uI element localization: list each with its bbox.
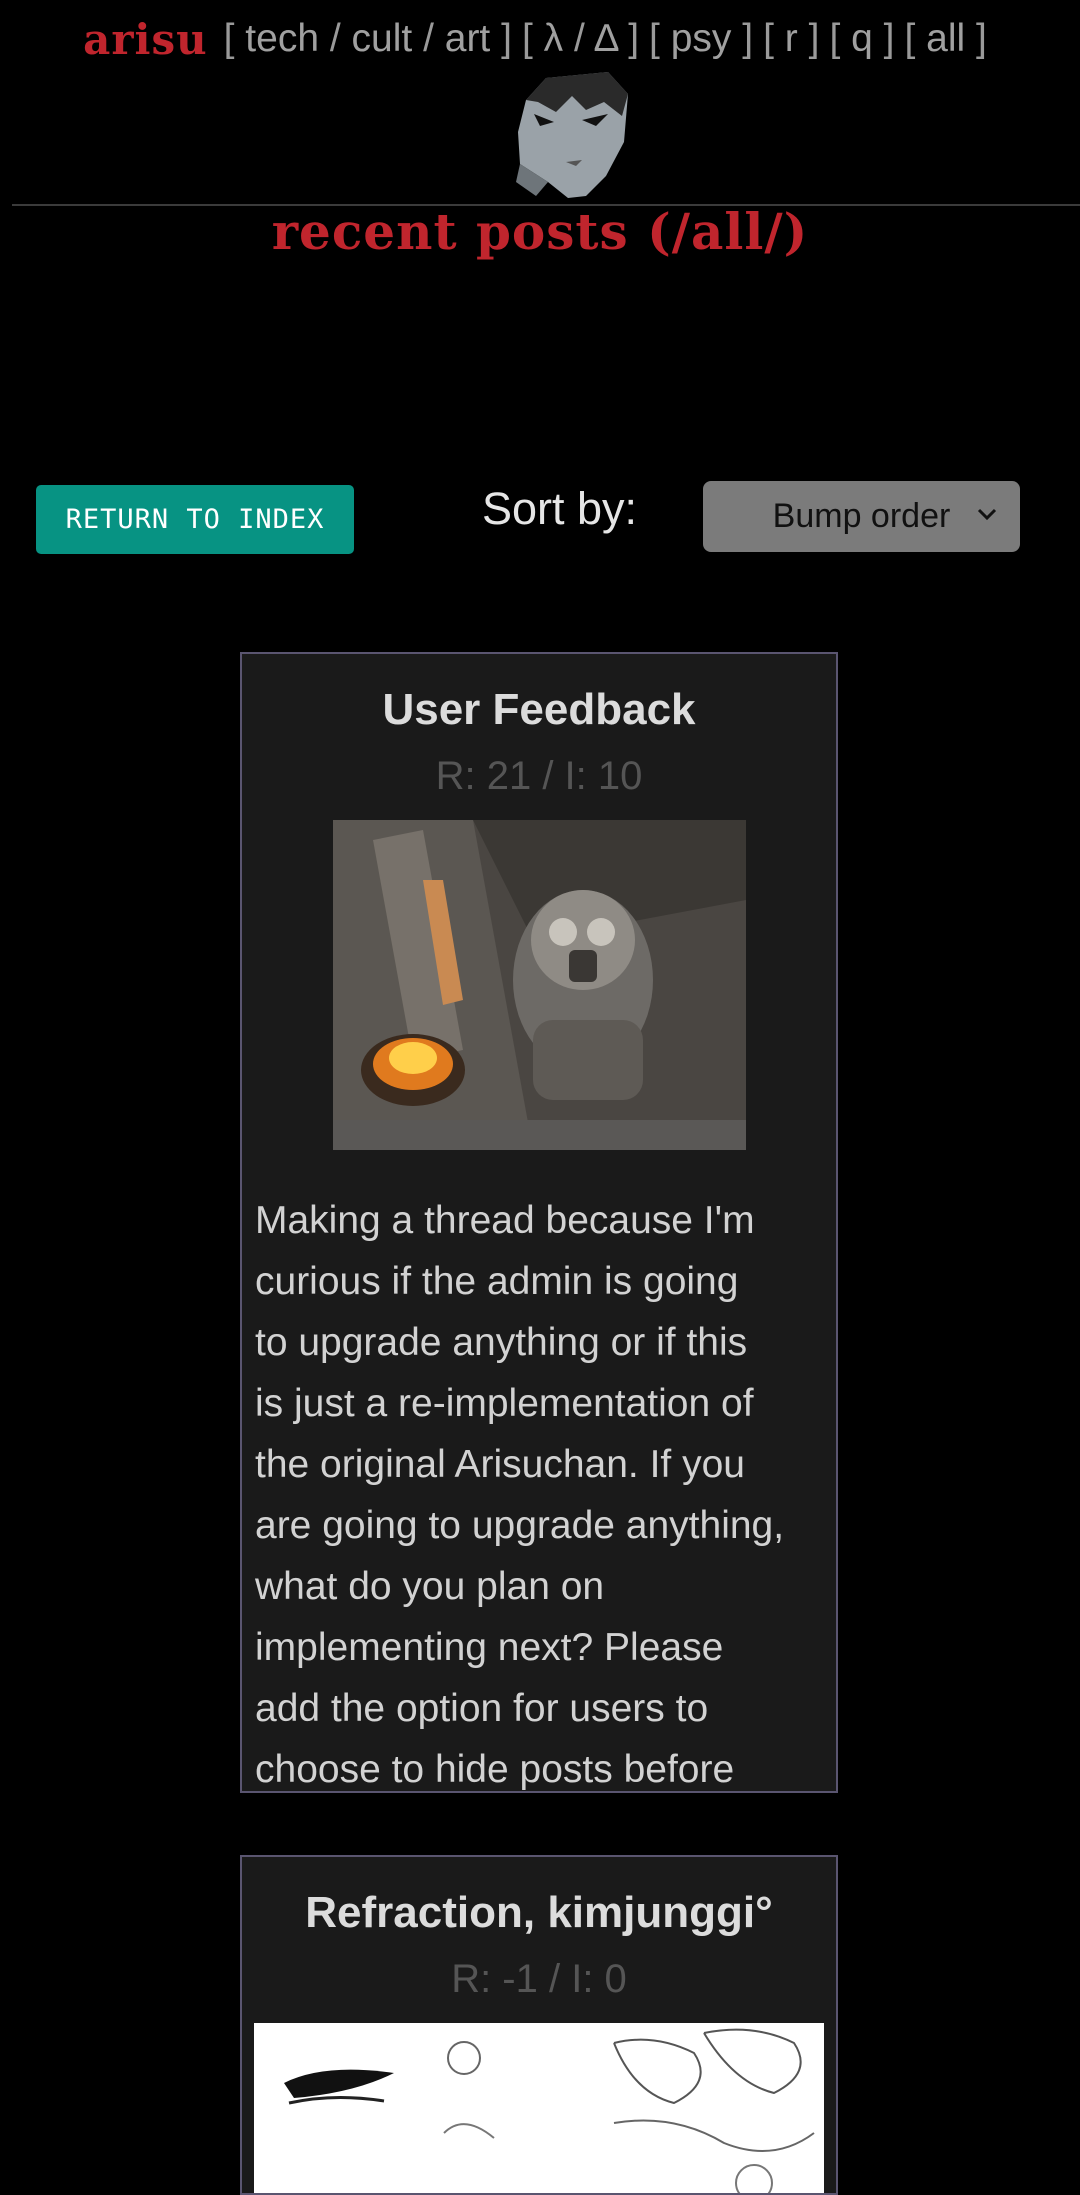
- nav-link-r[interactable]: r: [785, 17, 798, 60]
- return-to-index-button[interactable]: RETURN TO INDEX: [36, 485, 354, 554]
- nav-link-q[interactable]: q: [851, 17, 873, 60]
- nav-group-5: [ q ]: [829, 17, 895, 60]
- thread-card[interactable]: User Feedback R: 21 / I: 10 Making a thr…: [240, 652, 838, 1793]
- thread-stats: R: -1 / I: 0: [451, 1957, 627, 2001]
- thread-card[interactable]: Refraction, kimjunggi° R: -1 / I: 0: [240, 1855, 838, 2195]
- mascot-image: [516, 72, 628, 198]
- thread-body: Making a thread because I'm curious if t…: [255, 1190, 826, 1791]
- page-title: recent posts (/all/): [271, 202, 809, 261]
- nav-link-all[interactable]: all: [926, 17, 965, 60]
- body-line: is just a re-implementation of: [255, 1382, 754, 1425]
- body-line: curious if the admin is going: [255, 1260, 739, 1303]
- board-links: [ tech / cult / art ][ λ / Δ ][ psy ][ r…: [224, 17, 997, 61]
- chevron-down-icon: [977, 508, 997, 521]
- nav-link-tech[interactable]: tech: [245, 17, 319, 60]
- thread-thumbnail[interactable]: [254, 2023, 824, 2195]
- sort-selected-value: Bump order: [772, 497, 951, 535]
- body-line: implementing next? Please: [255, 1626, 724, 1669]
- nav-link-art[interactable]: art: [445, 17, 491, 60]
- nav-group-1: [ tech / cult / art ]: [223, 17, 512, 60]
- body-line: the original Arisuchan. If you: [255, 1443, 745, 1486]
- body-line: Making a thread because I'm: [255, 1199, 755, 1242]
- body-line: add the option for users to: [255, 1687, 709, 1730]
- sort-order-select[interactable]: Bump order: [703, 481, 1020, 552]
- nav-group-6: [ all ]: [904, 17, 987, 60]
- thread-stats: R: 21 / I: 10: [435, 754, 643, 798]
- nav-group-2: [ λ / Δ ]: [521, 17, 640, 60]
- nav-link-delta[interactable]: Δ: [593, 17, 617, 60]
- thread-title[interactable]: Refraction, kimjunggi°: [242, 1891, 836, 1935]
- nav-link-lambda[interactable]: λ: [544, 17, 564, 60]
- thread-title[interactable]: User Feedback: [242, 688, 836, 732]
- top-nav: arisu [ tech / cult / art ][ λ / Δ ][ ps…: [0, 14, 1080, 64]
- body-line: what do you plan on: [255, 1565, 605, 1608]
- nav-group-4: [ r ]: [763, 17, 820, 60]
- sort-label: Sort by:: [482, 483, 638, 534]
- nav-group-3: [ psy ]: [649, 17, 754, 60]
- body-line: choose to hide posts before: [255, 1748, 735, 1791]
- body-line: to upgrade anything or if this: [255, 1321, 748, 1364]
- body-line: are going to upgrade anything,: [255, 1504, 785, 1547]
- thread-thumbnail[interactable]: [332, 820, 746, 1150]
- nav-link-cult[interactable]: cult: [352, 17, 413, 60]
- site-logo-link[interactable]: arisu: [83, 15, 207, 64]
- nav-link-psy[interactable]: psy: [671, 17, 732, 60]
